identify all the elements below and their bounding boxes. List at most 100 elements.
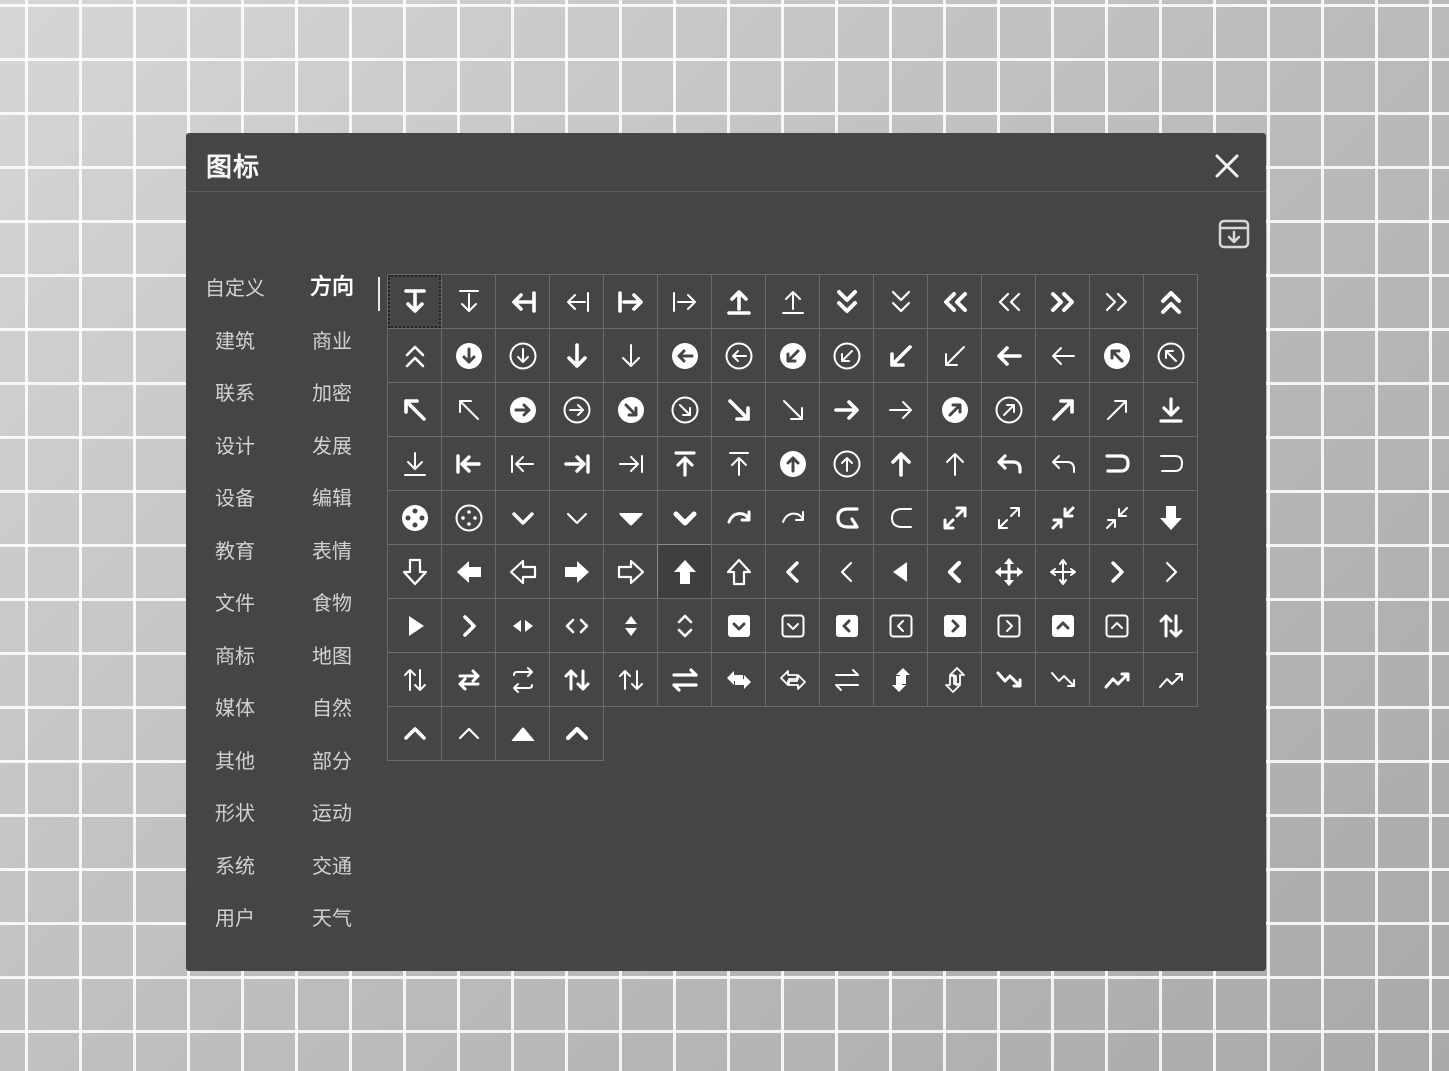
category-item[interactable]: 方向 (284, 273, 380, 303)
icon-cell[interactable] (549, 382, 604, 437)
icon-cell[interactable] (873, 328, 928, 383)
icon-cell[interactable] (981, 274, 1036, 329)
category-item[interactable]: 表情 (284, 536, 380, 566)
icon-cell[interactable] (1089, 598, 1144, 653)
icon-cell[interactable] (549, 706, 604, 761)
icon-cell[interactable] (765, 274, 820, 329)
icon-cell[interactable] (1089, 436, 1144, 491)
icon-cell[interactable] (711, 436, 766, 491)
category-item[interactable]: 交通 (284, 851, 380, 881)
category-item[interactable]: 系统 (187, 851, 283, 881)
icon-cell[interactable] (549, 490, 604, 545)
category-item[interactable]: 自然 (284, 693, 380, 723)
icon-cell[interactable] (495, 652, 550, 707)
icon-cell[interactable] (873, 598, 928, 653)
icon-cell[interactable] (657, 490, 712, 545)
icon-cell[interactable] (819, 544, 874, 599)
icon-cell[interactable] (873, 274, 928, 329)
icon-cell[interactable] (549, 436, 604, 491)
icon-cell[interactable] (1035, 274, 1090, 329)
icon-cell[interactable] (1089, 544, 1144, 599)
icon-cell[interactable] (1089, 490, 1144, 545)
icon-cell[interactable] (765, 598, 820, 653)
category-item[interactable]: 其他 (187, 746, 283, 776)
category-item[interactable]: 食物 (284, 588, 380, 618)
category-item[interactable]: 运动 (284, 798, 380, 828)
icon-cell[interactable] (711, 598, 766, 653)
category-item[interactable]: 媒体 (187, 693, 283, 723)
category-item[interactable]: 地图 (284, 641, 380, 671)
icon-cell[interactable] (603, 490, 658, 545)
icon-cell[interactable] (441, 652, 496, 707)
icon-cell[interactable] (441, 544, 496, 599)
icon-cell[interactable] (927, 652, 982, 707)
category-item[interactable]: 编辑 (284, 483, 380, 513)
icon-cell[interactable] (711, 328, 766, 383)
icon-cell[interactable] (819, 436, 874, 491)
icon-cell[interactable] (387, 706, 442, 761)
icon-cell[interactable] (495, 382, 550, 437)
icon-cell[interactable] (711, 274, 766, 329)
icon-cell[interactable] (1035, 382, 1090, 437)
category-item[interactable]: 加密 (284, 378, 380, 408)
icon-cell[interactable] (441, 598, 496, 653)
icon-cell[interactable] (819, 274, 874, 329)
icon-cell[interactable] (387, 652, 442, 707)
close-icon[interactable] (1210, 149, 1244, 183)
icon-cell[interactable] (1143, 382, 1198, 437)
icon-cell[interactable] (819, 382, 874, 437)
icon-cell[interactable] (1143, 490, 1198, 545)
icon-cell[interactable] (765, 382, 820, 437)
icon-cell[interactable] (603, 328, 658, 383)
icon-cell[interactable] (927, 328, 982, 383)
icon-cell[interactable] (1089, 382, 1144, 437)
icon-cell[interactable] (657, 328, 712, 383)
icon-cell[interactable] (495, 490, 550, 545)
icon-cell[interactable] (711, 652, 766, 707)
icon-cell[interactable] (603, 544, 658, 599)
icon-cell[interactable] (495, 328, 550, 383)
icon-cell[interactable] (549, 274, 604, 329)
icon-cell[interactable] (1035, 652, 1090, 707)
icon-cell[interactable] (873, 652, 928, 707)
icon-cell[interactable] (495, 436, 550, 491)
icon-cell[interactable] (441, 706, 496, 761)
icon-cell[interactable] (495, 706, 550, 761)
icon-cell[interactable] (441, 382, 496, 437)
download-box-icon[interactable] (1216, 215, 1252, 251)
icon-cell[interactable] (819, 652, 874, 707)
icon-cell[interactable] (711, 544, 766, 599)
icon-cell[interactable] (1035, 328, 1090, 383)
category-item[interactable]: 设计 (187, 431, 283, 461)
icon-cell[interactable] (495, 544, 550, 599)
icon-cell[interactable] (765, 544, 820, 599)
icon-cell[interactable] (765, 328, 820, 383)
icon-cell[interactable] (1035, 544, 1090, 599)
icon-cell[interactable] (549, 598, 604, 653)
icon-cell[interactable] (873, 436, 928, 491)
icon-cell[interactable] (819, 328, 874, 383)
icon-cell[interactable] (549, 544, 604, 599)
icon-cell[interactable] (1143, 436, 1198, 491)
icon-cell[interactable] (603, 652, 658, 707)
category-item[interactable]: 形状 (187, 798, 283, 828)
icon-cell[interactable] (657, 544, 712, 599)
category-item[interactable]: 设备 (187, 483, 283, 513)
icon-cell[interactable] (1035, 436, 1090, 491)
icon-cell[interactable] (873, 382, 928, 437)
icon-cell[interactable] (981, 598, 1036, 653)
icon-cell[interactable] (819, 598, 874, 653)
icon-cell[interactable] (1035, 598, 1090, 653)
icon-cell[interactable] (441, 436, 496, 491)
icon-cell[interactable] (387, 544, 442, 599)
icon-cell[interactable] (927, 436, 982, 491)
category-item[interactable]: 文件 (187, 588, 283, 618)
icon-cell[interactable] (1143, 652, 1198, 707)
icon-cell[interactable] (981, 436, 1036, 491)
icon-cell[interactable] (657, 652, 712, 707)
icon-cell[interactable] (549, 328, 604, 383)
icon-cell[interactable] (1089, 328, 1144, 383)
category-item[interactable]: 联系 (187, 378, 283, 408)
icon-cell[interactable] (387, 328, 442, 383)
icon-cell[interactable] (657, 274, 712, 329)
